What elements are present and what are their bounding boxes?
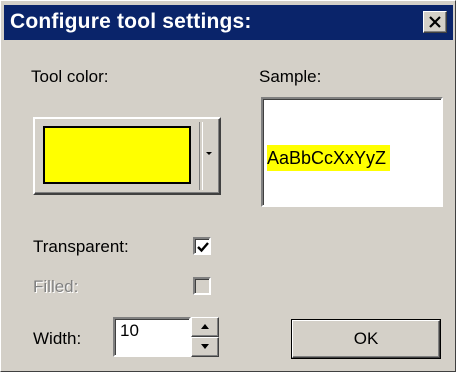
close-button[interactable] bbox=[423, 11, 447, 33]
sample-text: AaBbCcXxYyZ bbox=[267, 145, 391, 171]
close-icon bbox=[429, 16, 441, 28]
sample-label: Sample: bbox=[259, 67, 322, 86]
dialog-window: Configure tool settings: Tool color: Sam… bbox=[0, 0, 456, 372]
tool-color-picker[interactable] bbox=[33, 117, 221, 195]
width-input[interactable]: 10 bbox=[113, 317, 191, 357]
chevron-down-icon bbox=[206, 152, 212, 155]
checkmark-icon bbox=[197, 242, 209, 253]
ok-button[interactable]: OK bbox=[291, 319, 441, 359]
combo-separator bbox=[199, 122, 203, 190]
transparent-checkbox[interactable] bbox=[193, 237, 211, 255]
color-swatch bbox=[43, 126, 191, 184]
ok-button-label: OK bbox=[353, 329, 379, 348]
title-bar: Configure tool settings: bbox=[4, 5, 453, 40]
sample-preview: AaBbCcXxYyZ bbox=[261, 97, 443, 207]
width-down-button[interactable] bbox=[191, 337, 219, 357]
arrow-up-icon bbox=[201, 324, 209, 329]
width-up-button[interactable] bbox=[191, 317, 219, 337]
filled-label: Filled: bbox=[33, 277, 79, 296]
width-label: Width: bbox=[33, 329, 82, 348]
filled-checkbox[interactable] bbox=[193, 277, 211, 295]
tool-color-label: Tool color: bbox=[31, 67, 109, 86]
transparent-label: Transparent: bbox=[33, 237, 129, 256]
arrow-down-icon bbox=[201, 344, 209, 349]
window-title: Configure tool settings: bbox=[10, 10, 252, 33]
